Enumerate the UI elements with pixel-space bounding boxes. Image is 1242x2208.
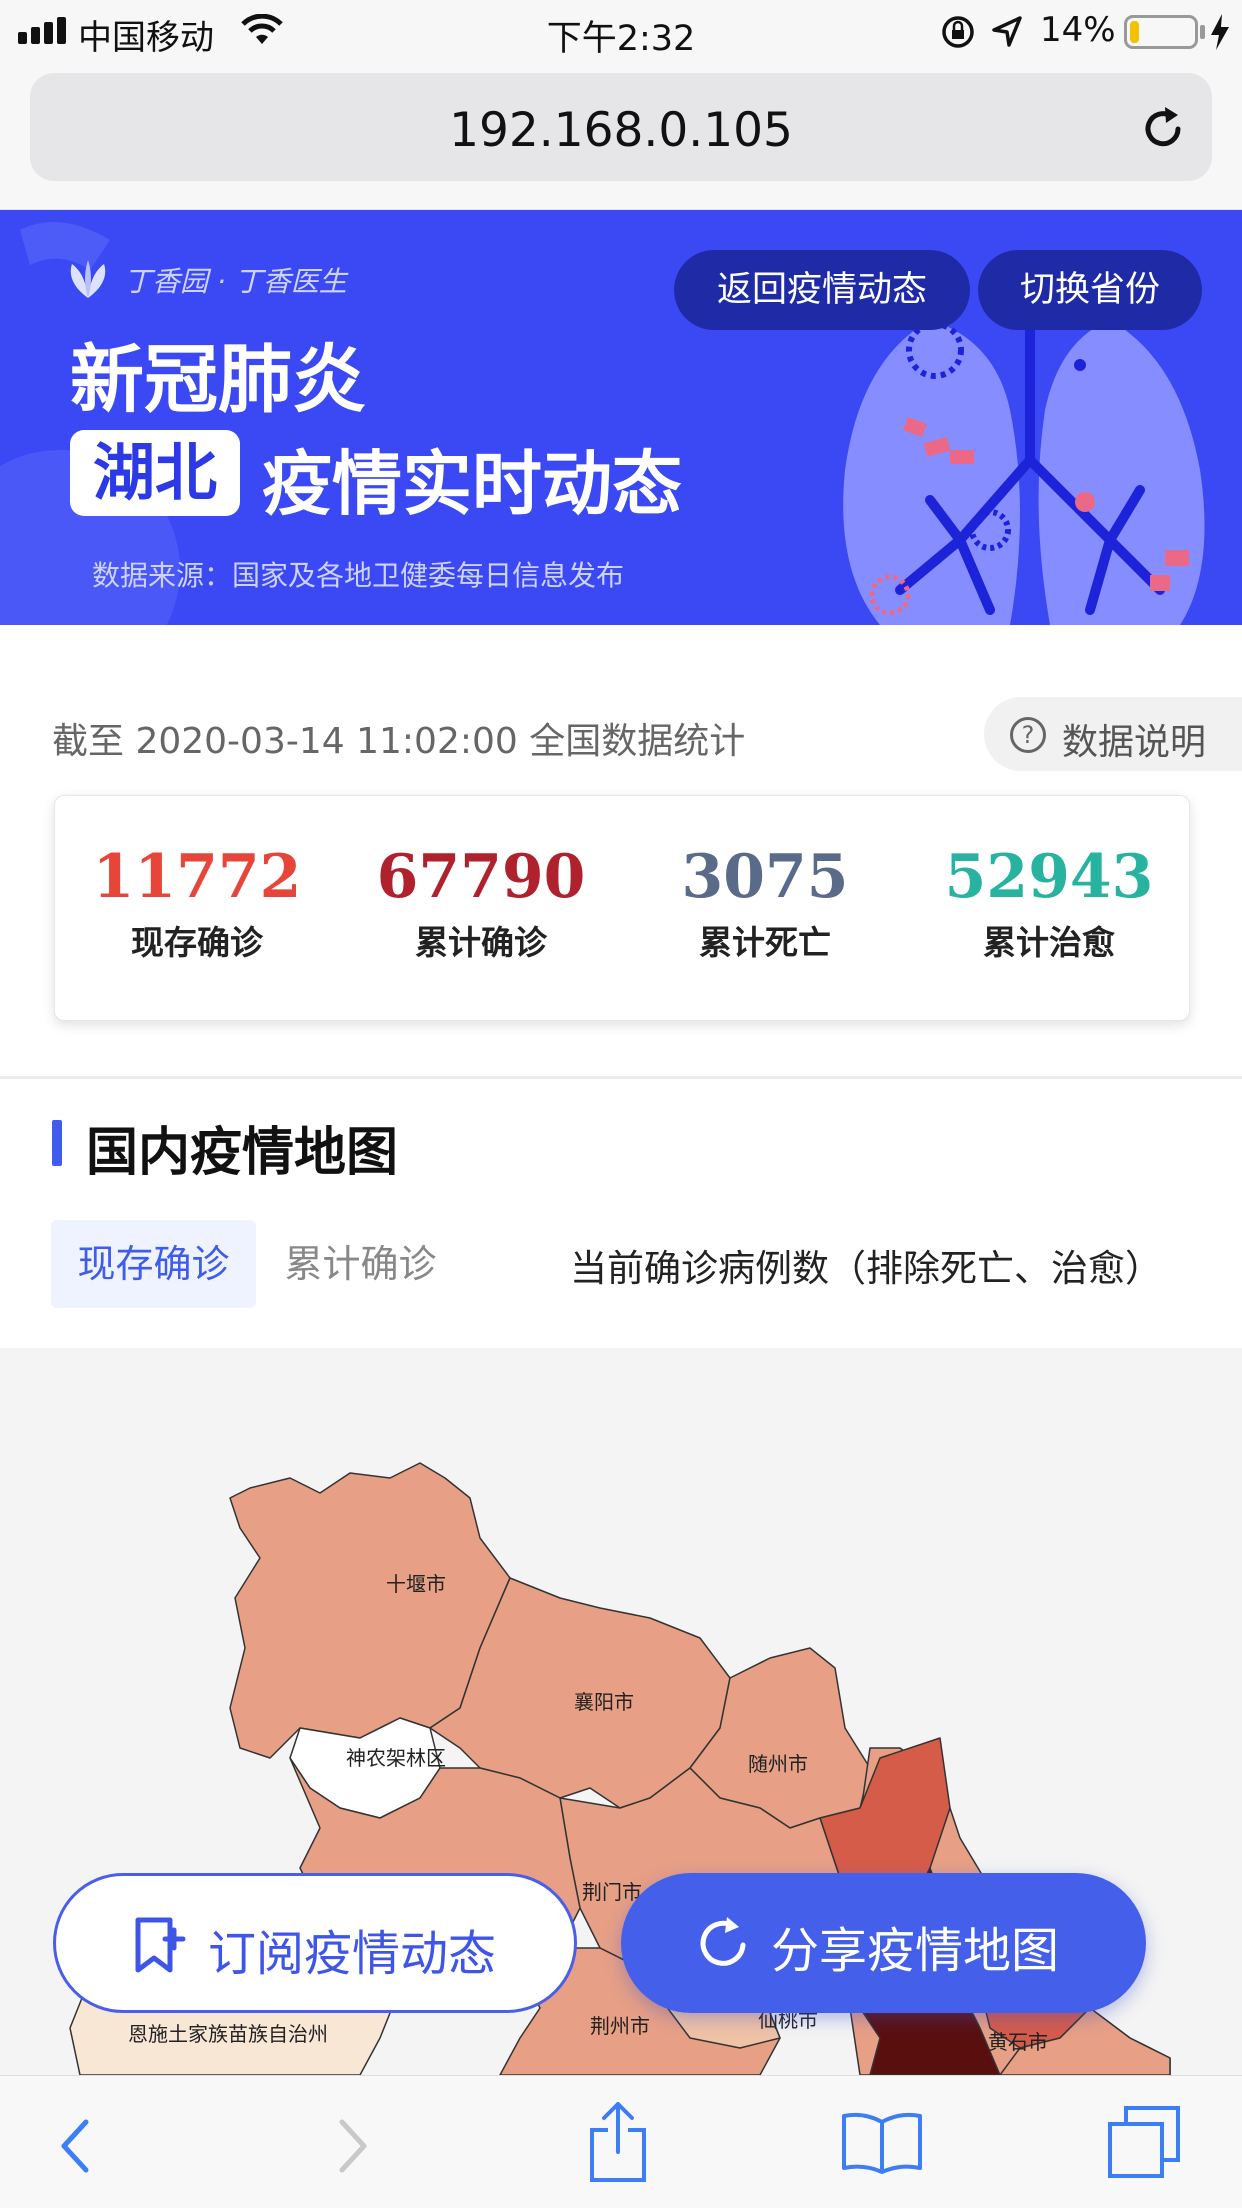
- browser-address-area: 192.168.0.105: [0, 62, 1242, 210]
- share-map-button[interactable]: 分享疫情地图: [621, 1873, 1146, 2013]
- stat-label: 累计死亡: [699, 923, 831, 962]
- stat-label: 累计治愈: [983, 923, 1115, 962]
- stat-total-recovered: 52943 累计治愈: [907, 844, 1191, 964]
- stat-label: 累计确诊: [415, 923, 547, 962]
- map-label: 黄石市: [988, 2030, 1048, 2054]
- subscribe-button[interactable]: 订阅疫情动态: [53, 1873, 577, 2013]
- tab-current-confirmed[interactable]: 现存确诊: [51, 1220, 256, 1308]
- data-source: 数据来源：国家及各地卫健委每日信息发布: [92, 559, 625, 592]
- as-of-timestamp: 截至 2020-03-14 11:02:00 全国数据统计: [52, 721, 746, 762]
- browser-toolbar: [0, 2075, 1242, 2208]
- banner-subtitle: 疫情实时动态: [262, 443, 682, 525]
- stat-total-confirmed: 67790 累计确诊: [339, 844, 623, 964]
- map-label: 随州市: [748, 1752, 808, 1776]
- banner-title: 新冠肺炎: [70, 337, 366, 423]
- location-icon: [992, 16, 1022, 47]
- data-explanation-button[interactable]: ? 数据说明: [984, 697, 1242, 771]
- stat-value: 52943: [944, 842, 1154, 912]
- refresh-share-icon: [700, 1917, 746, 1966]
- share-icon[interactable]: [586, 2100, 650, 2184]
- brand-logo-icon: [70, 260, 106, 298]
- tab-total-confirmed[interactable]: 累计确诊: [258, 1220, 463, 1308]
- question-icon: ?: [1010, 717, 1046, 753]
- bookmark-add-icon: [135, 1917, 186, 1973]
- map-label: 恩施土家族苗族自治州: [128, 2022, 328, 2046]
- map-description: 当前确诊病例数（排除死亡、治愈）: [570, 1247, 1162, 1290]
- stat-label: 现存确诊: [131, 923, 263, 962]
- section-accent-bar: [52, 1120, 62, 1166]
- address-bar[interactable]: 192.168.0.105: [30, 73, 1212, 181]
- tabs-icon[interactable]: [1106, 2104, 1182, 2180]
- map-label: 襄阳市: [574, 1690, 634, 1714]
- status-bar: 中国移动 下午2:32 14%: [0, 0, 1242, 62]
- forward-icon[interactable]: [332, 2116, 372, 2176]
- map-label: 荆州市: [590, 2014, 650, 2038]
- stat-total-deaths: 3075 累计死亡: [623, 844, 907, 964]
- map-label: 神农架林区: [346, 1746, 446, 1770]
- bookmarks-icon[interactable]: [840, 2110, 924, 2176]
- section-divider: [0, 1076, 1242, 1079]
- brand-name: 丁香园 · 丁香医生: [124, 265, 347, 298]
- stat-value: 11772: [92, 842, 302, 912]
- rotation-lock-icon: [942, 16, 974, 48]
- url-text[interactable]: 192.168.0.105: [30, 103, 1212, 158]
- share-map-label: 分享疫情地图: [771, 1923, 1060, 1979]
- section-title: 国内疫情地图: [86, 1123, 399, 1183]
- subscribe-label: 订阅疫情动态: [208, 1926, 497, 1982]
- hero-banner: 丁香园 · 丁香医生 返回疫情动态 切换省份 新冠肺炎 湖北 疫情实时动态 数据…: [0, 210, 1242, 625]
- reload-icon[interactable]: [1138, 103, 1188, 153]
- stat-value: 67790: [376, 842, 586, 912]
- back-to-updates-button[interactable]: 返回疫情动态: [674, 250, 970, 330]
- stat-value: 3075: [681, 842, 849, 912]
- battery-icon: [1124, 15, 1198, 49]
- back-icon[interactable]: [56, 2116, 96, 2176]
- charging-bolt-icon: [1211, 14, 1229, 50]
- map-label: 荆门市: [582, 1880, 642, 1904]
- province-badge: 湖北: [70, 430, 240, 516]
- switch-province-button[interactable]: 切换省份: [978, 250, 1202, 330]
- battery-tip: [1200, 25, 1205, 39]
- battery-percent: 14%: [1040, 10, 1116, 50]
- data-explanation-label: 数据说明: [1062, 722, 1207, 763]
- map-label: 十堰市: [386, 1572, 446, 1596]
- battery-level: [1130, 21, 1139, 43]
- stats-card: 11772 现存确诊 67790 累计确诊 3075 累计死亡 52943 累计…: [54, 795, 1190, 1021]
- stat-current-confirmed: 11772 现存确诊: [55, 844, 339, 964]
